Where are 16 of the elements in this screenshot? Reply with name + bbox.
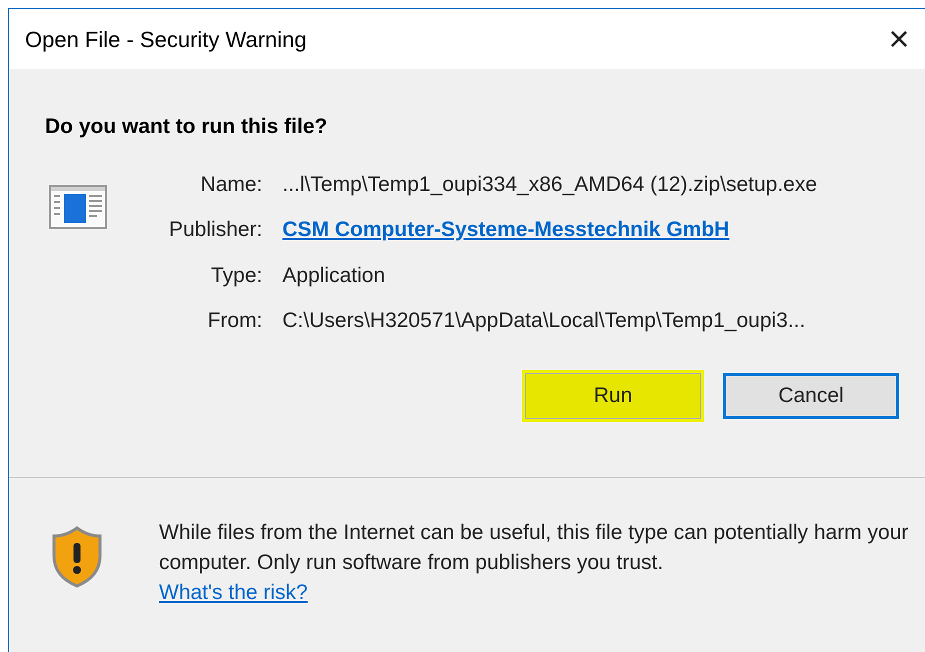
field-value: C:\Users\H320571\AppData\Local\Temp\Temp1_oupi3...: [282, 308, 806, 334]
window-title: Open File - Security Warning: [25, 26, 307, 54]
publisher-link[interactable]: CSM Computer-Systeme-Messtechnik GmbH: [282, 214, 730, 246]
field-label: Publisher:: [169, 217, 262, 243]
warning-text: While files from the Internet can be useful, this file type can potentially harm your computer. Only run software from publishers you trust.: [159, 520, 910, 576]
question-heading: Do you want to run this file?: [45, 114, 328, 140]
field-label: From:: [206, 308, 262, 334]
field-label: Type:: [210, 262, 262, 288]
close-button[interactable]: ×: [879, 19, 919, 59]
risk-link[interactable]: What's the risk?: [159, 580, 308, 604]
field-value: Application: [282, 262, 386, 288]
application-window-icon: [49, 184, 107, 228]
warning-shield-icon: [51, 526, 103, 588]
field-value: ...l\Temp\Temp1_oupi334_x86_AMD64 (12).zip\setup.exe: [282, 172, 818, 198]
field-label: Name:: [200, 172, 262, 198]
cancel-button[interactable]: Cancel: [723, 372, 899, 418]
